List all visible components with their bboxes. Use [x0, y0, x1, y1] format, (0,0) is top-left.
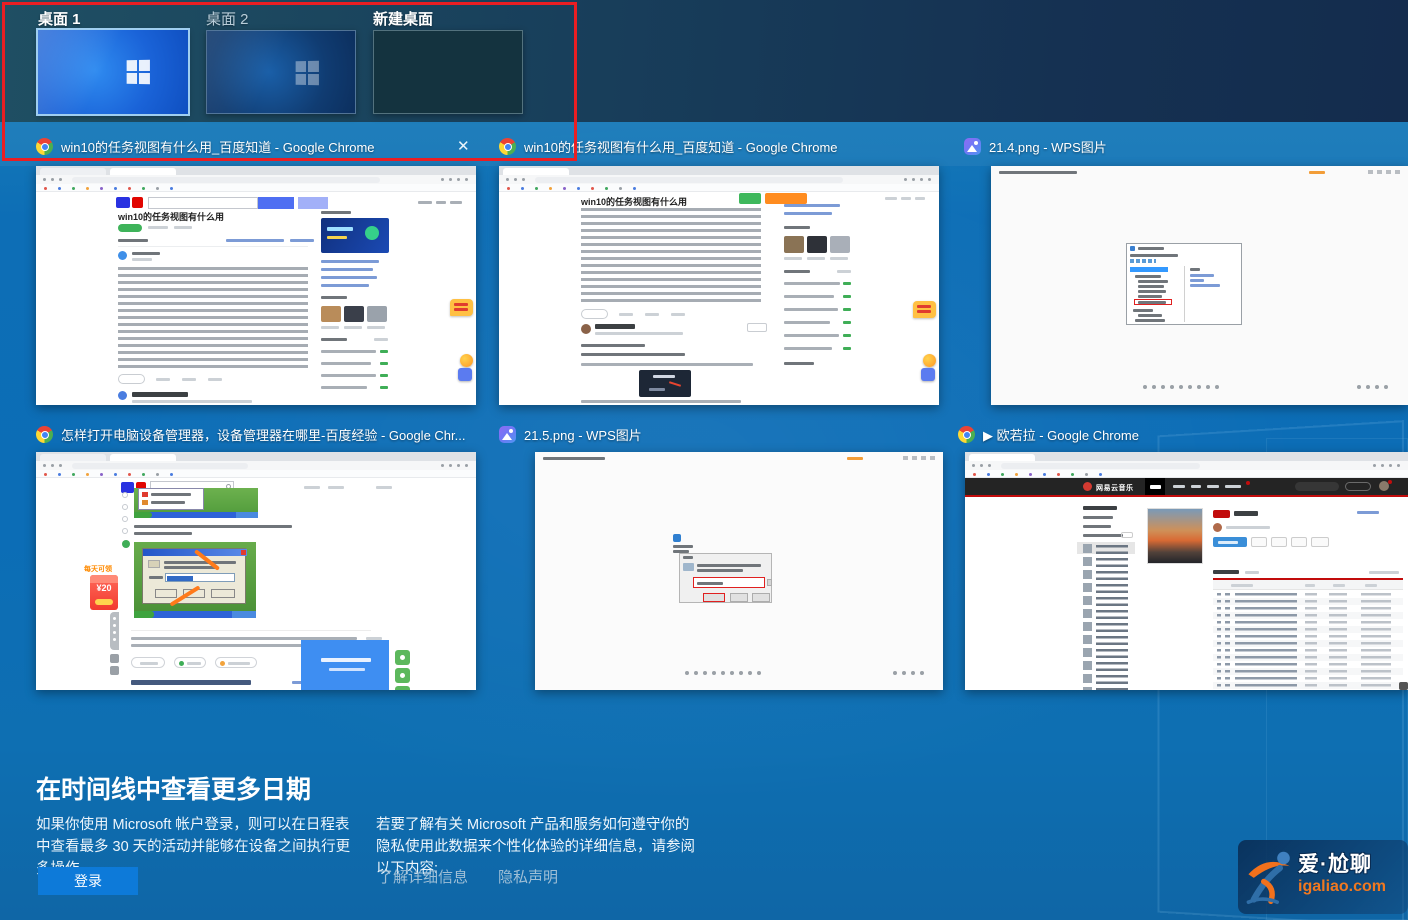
window-title-text: 怎样打开电脑设备管理器，设备管理器在哪里-百度经验 - Google Chr..…: [61, 425, 465, 444]
reward-button: [215, 657, 257, 668]
floating-button: [923, 354, 936, 367]
share-button-green: [395, 650, 410, 665]
window-title-text: 21.5.png - WPS图片: [524, 425, 642, 444]
screenshot-xp-menu: [134, 488, 258, 518]
desktop-2-label: 桌面 2: [206, 8, 249, 29]
page-title: win10的任务视图有什么用: [581, 195, 687, 208]
play-button: [1213, 537, 1247, 547]
task-view-screen: 桌面 1 桌面 2 新建桌面 win10的任务视图有什么用_百度知道 - Goo…: [0, 0, 1408, 920]
watermark-site: igaliao.com: [1298, 878, 1386, 896]
share-button-green: [395, 686, 410, 690]
netease-logo-text: 网易云音乐: [1096, 483, 1134, 493]
ad-banner: [301, 640, 389, 690]
windows-logo-icon: [296, 61, 319, 86]
light-beam: [38, 30, 188, 114]
desktop-2-thumbnail[interactable]: [206, 30, 356, 114]
avatar: [118, 391, 127, 400]
mini-player: [1399, 682, 1408, 690]
envelope-label: 每天可领: [84, 564, 112, 574]
coupon-badge: [450, 299, 473, 316]
side-tab: [110, 654, 119, 663]
viewer-toolbar-right: [1357, 385, 1361, 389]
new-desktop-label: 新建桌面: [373, 8, 433, 29]
light-beam: [207, 31, 355, 113]
window-thumbnail-wps-21-5[interactable]: [535, 452, 943, 690]
side-tab: [110, 666, 119, 675]
chrome-icon: [36, 138, 53, 155]
vote-button: [131, 657, 165, 668]
window-title-2[interactable]: win10的任务视图有什么用_百度知道 - Google Chrome: [499, 137, 838, 156]
window-title-text: ▶ 欧若拉 - Google Chrome: [983, 425, 1139, 444]
watermark-title: 爱·尬聊: [1298, 848, 1372, 878]
browser-toolbar: [36, 452, 476, 478]
chrome-icon: [36, 426, 53, 443]
coupon-badge: [913, 301, 936, 318]
window-controls: [930, 456, 935, 460]
helpful-button: [174, 657, 206, 668]
screenshot-device-manager: [1126, 243, 1242, 325]
screenshot-run-dialog: [671, 534, 771, 606]
windows-logo-icon: [127, 60, 150, 85]
window-title-6[interactable]: ▶ 欧若拉 - Google Chrome: [958, 425, 1139, 444]
avatar: [118, 251, 127, 260]
vote-pill: [581, 309, 608, 319]
learn-more-link[interactable]: 了解详细信息: [378, 866, 468, 887]
window-thumbnail-baidu-jingyan[interactable]: 每天可领 ¥20: [36, 452, 476, 690]
answer-paragraph: [118, 267, 308, 369]
close-window-button[interactable]: ✕: [457, 139, 470, 154]
share-button-green: [395, 668, 410, 683]
chrome-icon: [499, 138, 516, 155]
netease-red-line: [965, 495, 1408, 497]
window-title-text: 21.4.png - WPS图片: [989, 137, 1107, 156]
desktop-1-thumbnail[interactable]: [38, 30, 188, 114]
tag-pill: [118, 224, 142, 232]
privacy-statement-link[interactable]: 隐私声明: [498, 866, 558, 887]
window-title-5[interactable]: 21.5.png - WPS图片: [499, 425, 642, 444]
floating-button: [921, 368, 935, 381]
window-thumbnail-baidu-zhidao-1[interactable]: win10的任务视图有什么用: [36, 166, 476, 405]
watermark-runner-icon: [1243, 846, 1297, 908]
page-title: win10的任务视图有什么用: [118, 210, 224, 223]
desktop-1-label: 桌面 1: [38, 8, 81, 29]
red-envelope: ¥20: [90, 575, 118, 610]
chrome-icon: [958, 426, 975, 443]
viewer-toolbar-right: [893, 671, 897, 675]
window-title-text: win10的任务视图有什么用_百度知道 - Google Chrome: [61, 137, 375, 156]
sign-in-button[interactable]: 登录: [38, 867, 138, 895]
viewer-toolbar: [1143, 385, 1147, 389]
window-thumbnail-netease-music[interactable]: 网易云音乐: [965, 452, 1408, 690]
avatar: [581, 324, 591, 334]
new-desktop-button[interactable]: [373, 30, 523, 114]
floating-button: [458, 368, 472, 381]
window-title-1[interactable]: win10的任务视图有什么用_百度知道 - Google Chrome: [36, 137, 375, 156]
orange-button: [765, 193, 807, 204]
wps-picture-icon: [964, 138, 981, 155]
highlighted-ok-button: [703, 593, 725, 602]
window-thumbnail-wps-21-4[interactable]: [991, 166, 1408, 405]
window-controls: [1395, 170, 1400, 174]
floating-button: [460, 354, 473, 367]
answer-paragraph: [581, 208, 761, 304]
screenshot-dark: [639, 370, 691, 397]
browser-toolbar: [499, 166, 939, 192]
vote-pill: [118, 374, 145, 384]
follow-button: [747, 323, 767, 332]
browser-toolbar: [965, 452, 1408, 478]
window-title-3[interactable]: 21.4.png - WPS图片: [964, 137, 1107, 156]
album-cover: [1147, 508, 1203, 564]
side-tab: [110, 612, 119, 650]
window-title-4[interactable]: 怎样打开电脑设备管理器，设备管理器在哪里-百度经验 - Google Chr..…: [36, 425, 465, 444]
window-thumbnail-baidu-zhidao-2[interactable]: win10的任务视图有什么用: [499, 166, 939, 405]
viewer-toolbar: [685, 671, 689, 675]
green-button: [739, 193, 761, 204]
wps-picture-icon: [499, 426, 516, 443]
highlighted-input: [693, 577, 765, 588]
browser-toolbar: [36, 166, 476, 192]
timeline-heading: 在时间线中查看更多日期: [36, 770, 311, 806]
screenshot-xp-run-dialog: [134, 542, 256, 618]
window-title-text: win10的任务视图有什么用_百度知道 - Google Chrome: [524, 137, 838, 156]
netease-header: 网易云音乐: [965, 478, 1408, 495]
